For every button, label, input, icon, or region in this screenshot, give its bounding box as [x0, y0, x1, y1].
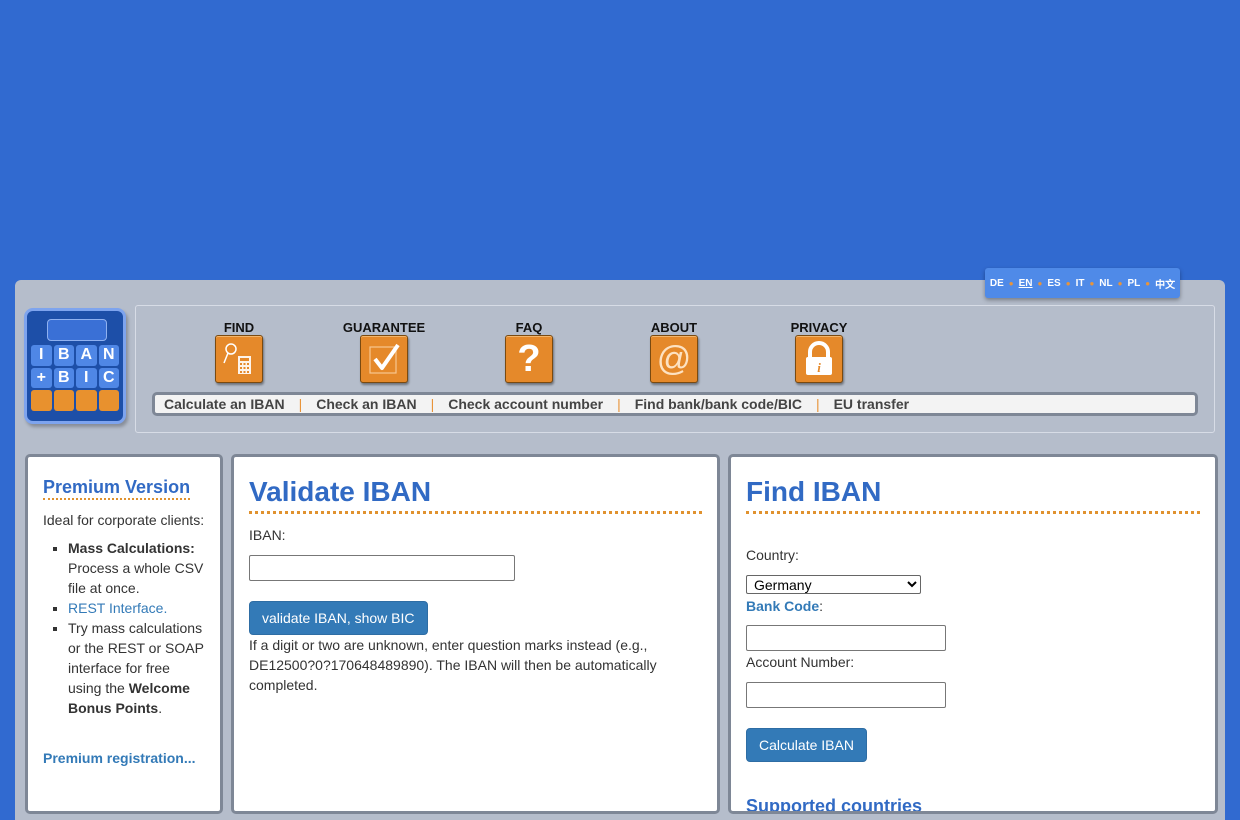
separator-dot: ●: [1037, 278, 1043, 288]
subnav-check-account[interactable]: Check account number: [448, 396, 603, 412]
separator: |: [298, 396, 303, 412]
lang-zh[interactable]: 中文: [1155, 276, 1175, 291]
lang-en[interactable]: EN: [1019, 278, 1033, 289]
iban-label: IBAN:: [249, 527, 286, 543]
checkmark-icon[interactable]: [360, 335, 408, 383]
premium-panel: Premium Version Ideal for corporate clie…: [25, 454, 223, 814]
nav-privacy[interactable]: PRIVACY i: [774, 320, 864, 383]
list-item: REST Interface.: [68, 598, 205, 618]
logo-key: +: [31, 367, 52, 388]
subnav-find-bank[interactable]: Find bank/bank code/BIC: [635, 396, 802, 412]
find-calculator-icon[interactable]: [215, 335, 263, 383]
lang-nl[interactable]: NL: [1099, 278, 1112, 289]
subnav-calculate-iban[interactable]: Calculate an IBAN: [164, 396, 285, 412]
subnav-eu-transfer[interactable]: EU transfer: [834, 396, 909, 412]
iban-bic-logo[interactable]: I B A N + B I C: [24, 308, 126, 424]
sub-navigation: Calculate an IBAN | Check an IBAN | Chec…: [152, 392, 1198, 416]
validate-hint: If a digit or two are unknown, enter que…: [249, 637, 657, 693]
list-item: Mass Calculations: Process a whole CSV f…: [68, 538, 205, 598]
lang-it[interactable]: IT: [1076, 278, 1085, 289]
svg-text:i: i: [817, 360, 821, 375]
separator-dot: ●: [1089, 278, 1095, 288]
logo-key-orange: [76, 390, 97, 411]
separator-dot: ●: [1065, 278, 1071, 288]
bank-code-label-row: Bank Code:: [746, 598, 824, 614]
separator: |: [617, 396, 621, 412]
logo-key: C: [98, 367, 119, 388]
logo-key: I: [76, 367, 97, 388]
country-select[interactable]: Germany: [746, 575, 921, 594]
country-label: Country:: [746, 547, 799, 563]
lang-es[interactable]: ES: [1047, 278, 1060, 289]
iban-input[interactable]: [249, 555, 515, 581]
nav-guarantee[interactable]: GUARANTEE: [339, 320, 429, 383]
premium-intro: Ideal for corporate clients:: [43, 512, 205, 528]
nav-faq-label: FAQ: [515, 320, 543, 335]
separator: |: [430, 396, 435, 412]
list-item: Try mass calculations or the REST or SOA…: [68, 618, 205, 718]
bank-code-label[interactable]: Bank Code: [746, 598, 819, 614]
question-mark-icon[interactable]: ?: [505, 335, 553, 383]
at-sign-icon[interactable]: @: [650, 335, 698, 383]
nav-privacy-label: PRIVACY: [790, 320, 848, 335]
validate-iban-panel: Validate IBAN IBAN: validate IBAN, show …: [231, 454, 720, 814]
bank-code-input[interactable]: [746, 625, 946, 651]
nav-about-label: ABOUT: [650, 320, 698, 335]
subnav-check-iban[interactable]: Check an IBAN: [316, 396, 416, 412]
lang-pl[interactable]: PL: [1127, 278, 1140, 289]
rest-interface-link[interactable]: REST Interface.: [68, 600, 167, 616]
logo-key: A: [76, 345, 97, 366]
logo-key: N: [98, 345, 119, 366]
nav-about[interactable]: ABOUT @: [629, 320, 719, 383]
punctuation: .: [158, 700, 163, 716]
separator: |: [815, 396, 820, 412]
premium-registration-link[interactable]: Premium registration...: [43, 748, 205, 768]
logo-key-orange: [53, 390, 74, 411]
feature-text: Process a whole CSV file at once.: [68, 560, 204, 596]
logo-key: I: [31, 345, 52, 366]
validate-title: Validate IBAN: [249, 475, 702, 514]
logo-keys: I B A N + B I C: [31, 345, 121, 411]
premium-title: Premium Version: [43, 477, 191, 500]
find-title: Find IBAN: [746, 475, 1200, 514]
validate-iban-button[interactable]: validate IBAN, show BIC: [249, 601, 428, 635]
premium-features: Mass Calculations: Process a whole CSV f…: [43, 538, 205, 718]
calculator-screen: [47, 319, 107, 341]
find-iban-panel: Find IBAN Country: Germany Bank Code: Ac…: [728, 454, 1218, 814]
logo-key: B: [53, 367, 74, 388]
logo-key: B: [53, 345, 74, 366]
padlock-info-icon[interactable]: i: [795, 335, 843, 383]
calculate-iban-button[interactable]: Calculate IBAN: [746, 728, 867, 762]
lang-de[interactable]: DE: [990, 278, 1004, 289]
separator-dot: ●: [1117, 278, 1123, 288]
account-number-label: Account Number:: [746, 654, 855, 670]
nav-guarantee-label: GUARANTEE: [342, 320, 426, 335]
separator-dot: ●: [1008, 278, 1014, 288]
feature-title: Mass Calculations:: [68, 540, 195, 556]
separator-dot: ●: [1145, 278, 1151, 288]
logo-key-orange: [31, 390, 52, 411]
language-bar: DE ● EN ● ES ● IT ● NL ● PL ● 中文: [985, 268, 1180, 298]
nav-find-label: FIND: [223, 320, 255, 335]
account-number-input[interactable]: [746, 682, 946, 708]
logo-key-orange: [98, 390, 119, 411]
nav-find[interactable]: FIND: [194, 320, 284, 383]
nav-faq[interactable]: FAQ ?: [484, 320, 574, 383]
supported-countries-heading: Supported countries: [746, 796, 923, 814]
